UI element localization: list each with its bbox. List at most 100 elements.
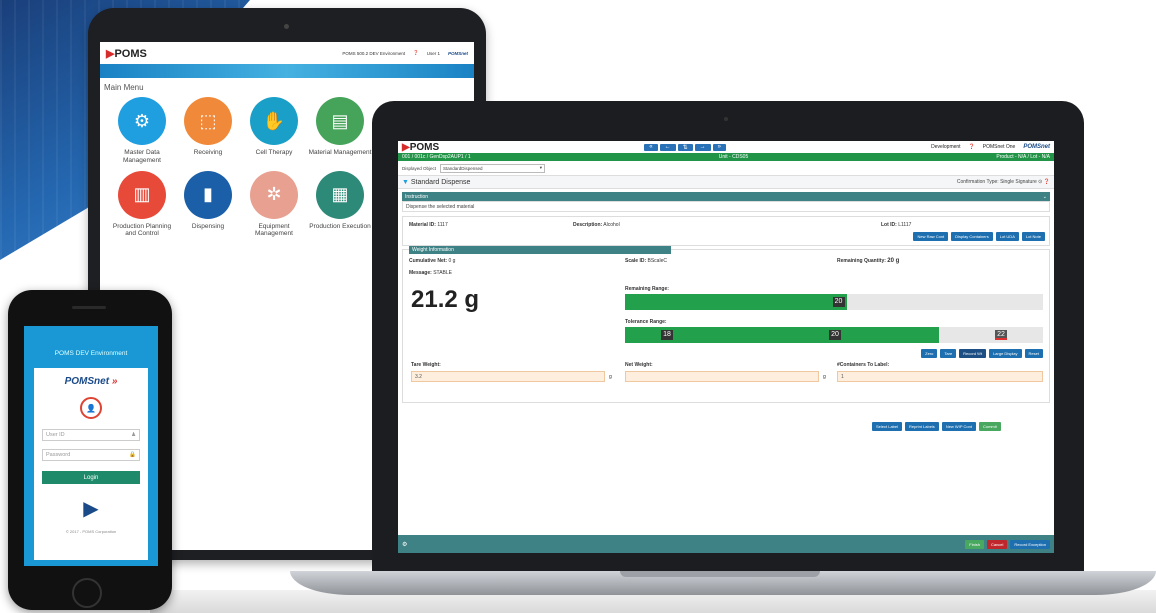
menu-tile[interactable]: ▦ Production Execution — [308, 170, 372, 239]
instruction-header[interactable]: Instruction ⌄ — [402, 192, 1050, 201]
weight-button[interactable]: Reset — [1024, 349, 1043, 358]
weight-panel: Weight Information Cumulative Net: 0 g S… — [402, 246, 1050, 403]
menu-tile-icon: ▦ — [316, 170, 364, 219]
password-field[interactable]: Password 🔒 — [42, 449, 140, 461]
environment-label: POMS 500.2 DEV Environment — [342, 50, 406, 56]
menu-tile[interactable]: ✋ Cell Therapy — [242, 97, 306, 165]
lot-id: Lot ID: L1117 — [881, 222, 912, 228]
footer-button[interactable]: Record Exception — [1010, 539, 1050, 549]
menu-tile-icon: ✋ — [250, 97, 298, 145]
action-button[interactable]: New WIP Cont — [941, 422, 976, 431]
nav-button[interactable]: « — [644, 143, 658, 151]
menu-tile[interactable]: ▤ Material Management — [308, 97, 372, 165]
menu-tile[interactable]: ⬚ Receiving — [176, 97, 240, 165]
nav-button[interactable]: ← — [659, 143, 676, 151]
weight-display: 21.2 g — [411, 286, 480, 313]
net-unit: g — [823, 374, 826, 380]
home-button[interactable] — [72, 578, 102, 608]
chevron-down-icon: ⌄ — [1042, 193, 1047, 200]
footer-button[interactable]: Finish — [965, 539, 984, 549]
tare-weight-label: Tare Weight: — [411, 362, 441, 368]
net-weight-input[interactable] — [625, 371, 819, 382]
material-panel: Material ID: 1117 Description: Alcohol L… — [402, 216, 1050, 246]
material-button[interactable]: Lot Note — [1021, 232, 1045, 241]
material-button[interactable]: Lot UDA — [995, 232, 1019, 241]
menu-tile-label: Equipment Management — [255, 222, 293, 238]
nav-button[interactable]: ⇅ — [677, 143, 693, 151]
user-menu[interactable]: User 1 — [427, 51, 440, 56]
weight-button[interactable]: Tare — [940, 349, 957, 358]
tolerance-tick-target: 20 — [829, 330, 841, 340]
unit-label: Unit - CDS05 — [718, 154, 749, 160]
nav-button[interactable]: » — [712, 143, 726, 151]
footer-buttons: Finish Cancel Record Exception — [965, 539, 1050, 549]
weight-button[interactable]: Zero — [921, 349, 938, 358]
scale-id: Scale ID: BScaleC — [625, 258, 667, 264]
tolerance-tick-low: 18 — [661, 330, 673, 340]
settings-icon[interactable]: ⚙ — [402, 541, 407, 548]
menu-tile[interactable]: ▮ Dispensing — [176, 170, 240, 239]
person-icon: ♟ — [131, 432, 136, 438]
menu-tile-label: Master Data Management — [123, 149, 161, 164]
menu-tile-icon: ⚙ — [118, 97, 166, 145]
user-menu[interactable]: POMSnet One — [983, 144, 1016, 150]
environment-label: Development — [931, 144, 961, 150]
environment-label: POMS DEV Environment — [54, 349, 128, 357]
remaining-quantity: Remaining Quantity: 20 g — [837, 258, 900, 264]
form-title: ▼ Standard Dispense — [402, 178, 471, 186]
tablet-header: ▶POMS POMS 500.2 DEV Environment ❓ User … — [100, 42, 474, 64]
action-button[interactable]: Commit — [978, 422, 1001, 431]
menu-tile-icon: ▥ — [118, 170, 166, 219]
menu-tile[interactable]: ✲ Equipment Management — [242, 170, 306, 239]
remaining-range-bar: 20 — [625, 294, 1043, 310]
phone-screen: POMS DEV Environment POMSnet » 👤 User ID… — [24, 326, 158, 566]
action-button[interactable]: Reprint Labels — [905, 422, 939, 431]
menu-tile-label: Material Management — [308, 149, 372, 156]
pomsnet-logo: POMSnet — [1023, 144, 1050, 150]
net-weight-label: Net Weight: — [625, 362, 653, 368]
material-button[interactable]: Display Containers — [951, 232, 993, 241]
login-button[interactable]: Login — [42, 471, 140, 484]
tolerance-range-bar: 18 20 22 — [625, 327, 1043, 343]
material-button[interactable]: New Raw Cont — [913, 232, 949, 241]
menu-tile-label: Production Planning and Control — [112, 222, 172, 238]
cumulative-net: Cumulative Net: 0 g — [409, 258, 456, 264]
user-id-field[interactable]: User ID ♟ — [42, 429, 140, 441]
menu-tile-icon: ▤ — [316, 97, 364, 145]
tare-weight-input[interactable]: 3.2 — [411, 371, 605, 382]
remaining-tick: 20 — [832, 297, 845, 307]
displayed-object-row: Displayed Object StandardDispensed ▾ — [398, 161, 1054, 175]
poms-mark-icon: ▶ — [83, 498, 99, 520]
camera-icon — [284, 24, 289, 29]
menu-tile[interactable]: ⚙ Master Data Management — [110, 97, 174, 165]
record-navigation: «← ⇅ →» — [644, 143, 726, 151]
footer-button[interactable]: Cancel — [986, 539, 1008, 549]
footer-bar: ⚙ Finish Cancel Record Exception — [398, 535, 1054, 553]
help-icon[interactable]: ❓ — [413, 50, 419, 56]
menu-tile-label: Production Execution — [309, 222, 371, 230]
action-button[interactable]: Select Label — [872, 422, 903, 431]
login-card: POMSnet » 👤 User ID ♟ Password 🔒 Login ▶ ©… — [34, 368, 148, 560]
confirmation-type: Confirmation Type: Single Signature ⊙ ❓ — [956, 179, 1050, 185]
app-header: ▶POMS «← ⇅ →» Development ❓ POMSnet One PO… — [398, 141, 1054, 153]
camera-icon — [724, 117, 728, 121]
tolerance-tick-high: 22 — [995, 330, 1007, 340]
instruction-text: Dispense the selected material — [402, 201, 1050, 212]
nav-button[interactable]: → — [694, 143, 711, 151]
description: Description: Alcohol — [573, 222, 620, 228]
breadcrumb: 001 / 001c / GenDsp2AUP1 / 1 — [402, 154, 471, 160]
main-menu-title: Main Menu — [104, 83, 144, 92]
containers-input[interactable]: 1 — [837, 371, 1043, 382]
weight-button[interactable]: Large Display — [989, 349, 1022, 358]
menu-tile-label: Receiving — [193, 149, 223, 156]
form-title-bar: ▼ Standard Dispense Confirmation Type: S… — [398, 175, 1054, 189]
menu-tile[interactable]: ▥ Production Planning and Control — [110, 170, 174, 239]
context-bar: 001 / 001c / GenDsp2AUP1 / 1 Unit - CDS0… — [398, 153, 1054, 161]
help-icon[interactable]: ❓ — [969, 144, 975, 150]
displayed-object-select[interactable]: StandardDispensed ▾ — [440, 163, 546, 173]
weight-button[interactable]: Record Wt — [959, 349, 987, 358]
weight-buttons: Zero Tare Record Wt Large Display Reset — [921, 349, 1043, 358]
material-buttons: New Raw Cont Display Containers Lot UDA Lot… — [913, 232, 1045, 241]
displayed-object-label: Displayed Object — [402, 165, 437, 171]
tolerance-range-label: Tolerance Range: — [625, 319, 667, 325]
